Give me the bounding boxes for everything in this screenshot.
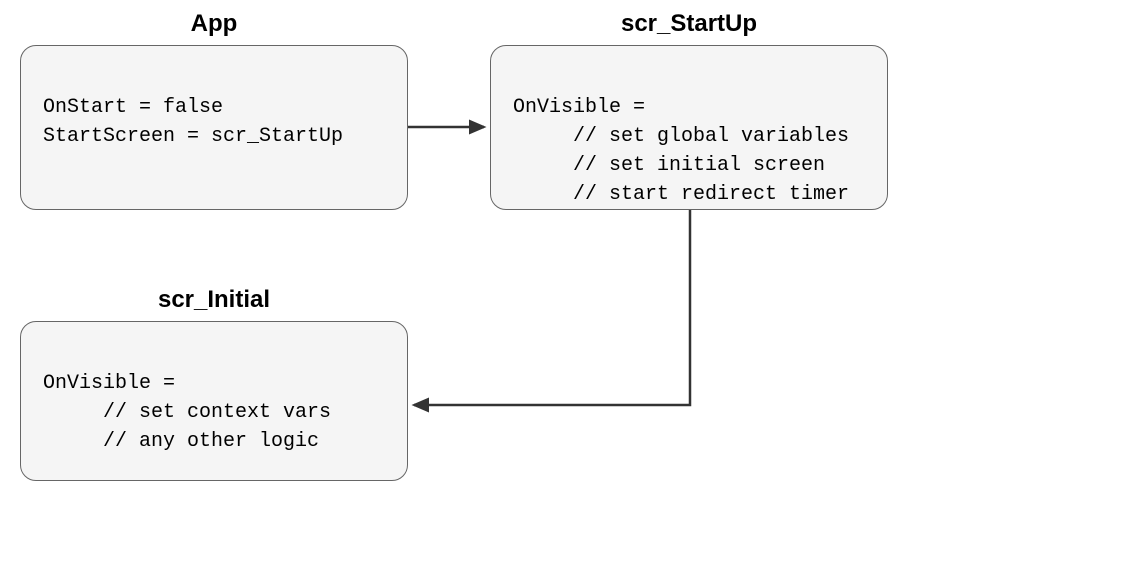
node-initial: scr_Initial OnVisible = // set context v… xyxy=(20,286,408,481)
diagram-canvas: App OnStart = false StartScreen = scr_St… xyxy=(0,0,1136,571)
node-startup-title: scr_StartUp xyxy=(490,10,888,39)
node-app: App OnStart = false StartScreen = scr_St… xyxy=(20,10,408,210)
node-app-title: App xyxy=(20,10,408,39)
node-startup-code: OnVisible = // set global variables // s… xyxy=(513,64,865,238)
node-startup: scr_StartUp OnVisible = // set global va… xyxy=(490,10,888,210)
node-app-code: OnStart = false StartScreen = scr_StartU… xyxy=(43,64,385,180)
node-app-box: OnStart = false StartScreen = scr_StartU… xyxy=(20,45,408,210)
node-initial-title: scr_Initial xyxy=(20,286,408,315)
arrow-startup-to-initial xyxy=(414,210,690,405)
node-startup-box: OnVisible = // set global variables // s… xyxy=(490,45,888,210)
node-initial-code: OnVisible = // set context vars // any o… xyxy=(43,340,385,485)
node-initial-box: OnVisible = // set context vars // any o… xyxy=(20,321,408,481)
